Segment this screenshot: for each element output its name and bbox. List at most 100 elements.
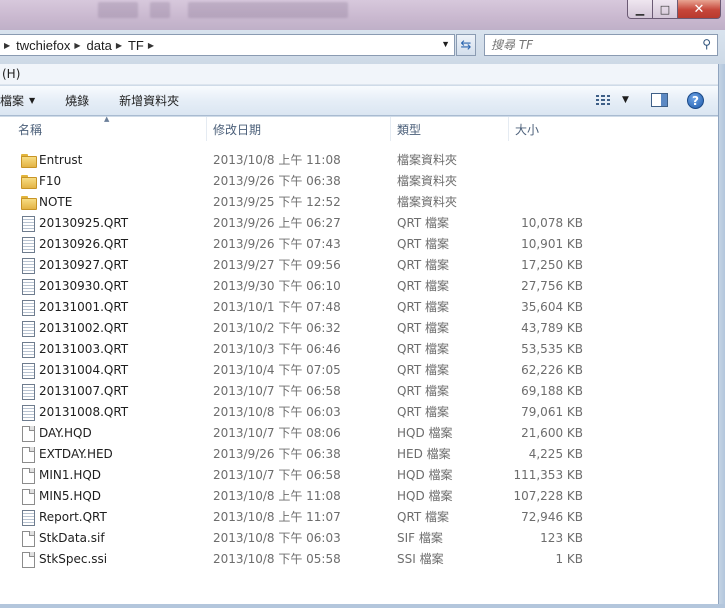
file-size: 79,061 KB bbox=[521, 404, 583, 419]
file-row[interactable]: NOTE 2013/9/25 下午 12:52 檔案資料夾 bbox=[0, 191, 718, 212]
file-name: EXTDAY.HED bbox=[39, 446, 113, 461]
file-name-cell[interactable]: EXTDAY.HED bbox=[0, 446, 207, 463]
file-name-cell[interactable]: Entrust bbox=[0, 152, 207, 168]
file-row[interactable]: 20131001.QRT 2013/10/1 下午 07:48 QRT 檔案 35,6… bbox=[0, 296, 718, 317]
file-name-cell[interactable]: 20130930.QRT bbox=[0, 278, 207, 295]
view-options-icon[interactable] bbox=[596, 94, 614, 107]
close-icon: ✕ bbox=[693, 1, 705, 17]
menu-item-help[interactable]: (H) bbox=[2, 67, 20, 81]
file-row[interactable]: 20130926.QRT 2013/9/26 下午 07:43 QRT 檔案 10,9… bbox=[0, 233, 718, 254]
chevron-right-icon[interactable]: ▶ bbox=[4, 41, 10, 50]
file-row[interactable]: 20131003.QRT 2013/10/3 下午 06:46 QRT 檔案 53,5… bbox=[0, 338, 718, 359]
file-name-cell[interactable]: MIN5.HQD bbox=[0, 488, 207, 505]
file-name-cell[interactable]: 20130925.QRT bbox=[0, 215, 207, 232]
breadcrumb-twchiefox[interactable]: twchiefox ▶ bbox=[16, 38, 86, 53]
file-date: 2013/10/2 下午 06:32 bbox=[213, 321, 341, 335]
search-box[interactable]: ⚲ bbox=[484, 34, 718, 56]
file-row[interactable]: 20130927.QRT 2013/9/27 下午 09:56 QRT 檔案 17,2… bbox=[0, 254, 718, 275]
file-row[interactable]: 20131007.QRT 2013/10/7 下午 06:58 QRT 檔案 69,1… bbox=[0, 380, 718, 401]
minimize-button[interactable]: ▁ bbox=[627, 0, 653, 19]
search-icon[interactable]: ⚲ bbox=[702, 37, 711, 51]
document-icon bbox=[20, 362, 36, 379]
close-button[interactable]: ✕ bbox=[678, 0, 721, 19]
file-type: HED 檔案 bbox=[397, 447, 451, 461]
file-name: MIN5.HQD bbox=[39, 488, 102, 503]
file-type: HQD 檔案 bbox=[397, 489, 453, 503]
file-name-cell[interactable]: 20131007.QRT bbox=[0, 383, 207, 400]
file-name-cell[interactable]: 20131002.QRT bbox=[0, 320, 207, 337]
file-row[interactable]: DAY.HQD 2013/10/7 下午 08:06 HQD 檔案 21,600 KB bbox=[0, 422, 718, 443]
file-row[interactable]: 20131002.QRT 2013/10/2 下午 06:32 QRT 檔案 43,7… bbox=[0, 317, 718, 338]
file-type: 檔案資料夾 bbox=[397, 174, 458, 188]
file-size: 21,600 KB bbox=[521, 425, 583, 440]
file-date: 2013/10/1 下午 07:48 bbox=[213, 300, 341, 314]
column-name[interactable]: 名稱 ▲ bbox=[0, 115, 207, 141]
file-row[interactable]: StkData.sif 2013/10/8 下午 06:03 SIF 檔案 123 K… bbox=[0, 527, 718, 548]
file-name-cell[interactable]: StkData.sif bbox=[0, 530, 207, 547]
chevron-down-icon[interactable]: ▼ bbox=[441, 39, 450, 49]
breadcrumb-label[interactable]: TF bbox=[128, 38, 144, 53]
file-row[interactable]: 20130930.QRT 2013/9/30 下午 06:10 QRT 檔案 27,7… bbox=[0, 275, 718, 296]
file-name-cell[interactable]: 20131003.QRT bbox=[0, 341, 207, 358]
chevron-right-icon[interactable]: ▶ bbox=[116, 41, 122, 50]
file-name-cell[interactable]: 20131004.QRT bbox=[0, 362, 207, 379]
chevron-right-icon[interactable]: ▶ bbox=[148, 41, 154, 50]
file-row[interactable]: StkSpec.ssi 2013/10/8 下午 05:58 SSI 檔案 1 KB bbox=[0, 548, 718, 569]
file-row[interactable]: Entrust 2013/10/8 上午 11:08 檔案資料夾 bbox=[0, 149, 718, 170]
file-row[interactable]: MIN1.HQD 2013/10/7 下午 06:58 HQD 檔案 111,353 … bbox=[0, 464, 718, 485]
search-input[interactable] bbox=[491, 38, 691, 52]
file-date: 2013/10/8 下午 06:03 bbox=[213, 405, 341, 419]
breadcrumb-label[interactable]: twchiefox bbox=[16, 38, 70, 53]
file-name-cell[interactable]: NOTE bbox=[0, 194, 207, 210]
file-size: 69,188 KB bbox=[521, 383, 583, 398]
file-type: QRT 檔案 bbox=[397, 258, 450, 272]
file-type: QRT 檔案 bbox=[397, 384, 450, 398]
file-size: 111,353 KB bbox=[513, 467, 583, 482]
file-name-cell[interactable]: 20131008.QRT bbox=[0, 404, 207, 421]
column-type[interactable]: 類型 bbox=[391, 117, 509, 141]
file-name: Entrust bbox=[39, 152, 83, 167]
preview-pane-icon[interactable] bbox=[651, 93, 668, 107]
breadcrumb-tf[interactable]: TF ▶ bbox=[128, 38, 160, 53]
file-type: QRT 檔案 bbox=[397, 342, 450, 356]
file-row[interactable]: Report.QRT 2013/10/8 上午 11:07 QRT 檔案 72,946… bbox=[0, 506, 718, 527]
file-type: QRT 檔案 bbox=[397, 405, 450, 419]
breadcrumb-root[interactable]: ▶ bbox=[0, 41, 16, 50]
file-name-cell[interactable]: DAY.HQD bbox=[0, 425, 207, 442]
file-row[interactable]: F10 2013/9/26 下午 06:38 檔案資料夾 bbox=[0, 170, 718, 191]
help-icon[interactable]: ? bbox=[687, 92, 704, 109]
file-name: 20130930.QRT bbox=[39, 278, 129, 293]
file-name: 20131001.QRT bbox=[39, 299, 129, 314]
file-name-cell[interactable]: 20130927.QRT bbox=[0, 257, 207, 274]
file-name-cell[interactable]: 20131001.QRT bbox=[0, 299, 207, 316]
breadcrumb-data[interactable]: data ▶ bbox=[87, 38, 128, 53]
file-name: 20131003.QRT bbox=[39, 341, 129, 356]
file-row[interactable]: 20131008.QRT 2013/10/8 下午 06:03 QRT 檔案 79,0… bbox=[0, 401, 718, 422]
file-row[interactable]: 20131004.QRT 2013/10/4 下午 07:05 QRT 檔案 62,2… bbox=[0, 359, 718, 380]
open-button[interactable]: 檔案 ▼ bbox=[0, 92, 35, 109]
file-row[interactable]: EXTDAY.HED 2013/9/26 下午 06:38 HED 檔案 4,225 … bbox=[0, 443, 718, 464]
chevron-right-icon[interactable]: ▶ bbox=[74, 41, 80, 50]
file-name-cell[interactable]: 20130926.QRT bbox=[0, 236, 207, 253]
column-date-modified[interactable]: 修改日期 bbox=[207, 117, 391, 141]
new-folder-button[interactable]: 新增資料夾 bbox=[119, 92, 179, 109]
blurred-background-window bbox=[98, 2, 138, 18]
address-bar[interactable]: ▶ twchiefox ▶ data ▶ TF ▶ ▼ bbox=[0, 34, 455, 56]
file-row[interactable]: MIN5.HQD 2013/10/8 上午 11:08 HQD 檔案 107,228 … bbox=[0, 485, 718, 506]
maximize-button[interactable]: □ bbox=[653, 0, 678, 19]
refresh-button[interactable]: ⇆ bbox=[456, 34, 476, 56]
chevron-down-icon[interactable]: ▼ bbox=[622, 95, 629, 105]
column-size[interactable]: 大小 bbox=[509, 117, 603, 141]
breadcrumb-label[interactable]: data bbox=[87, 38, 112, 53]
document-icon bbox=[20, 509, 36, 526]
folder-icon bbox=[20, 173, 37, 189]
file-name-cell[interactable]: F10 bbox=[0, 173, 207, 189]
file-name-cell[interactable]: MIN1.HQD bbox=[0, 467, 207, 484]
burn-button[interactable]: 燒錄 bbox=[65, 92, 89, 109]
file-date: 2013/10/7 下午 08:06 bbox=[213, 426, 341, 440]
file-row[interactable]: 20130925.QRT 2013/9/26 上午 06:27 QRT 檔案 10,0… bbox=[0, 212, 718, 233]
file-size: 10,078 KB bbox=[521, 215, 583, 230]
file-name-cell[interactable]: Report.QRT bbox=[0, 509, 207, 526]
file-name-cell[interactable]: StkSpec.ssi bbox=[0, 551, 207, 568]
file-date: 2013/9/26 上午 06:27 bbox=[213, 216, 341, 230]
